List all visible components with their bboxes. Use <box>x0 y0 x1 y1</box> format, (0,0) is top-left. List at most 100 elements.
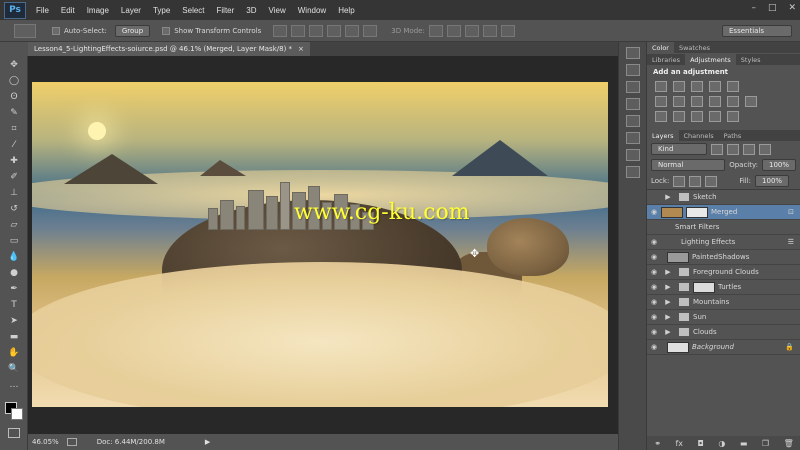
tab-channels[interactable]: Channels <box>679 130 719 141</box>
expand-arrow-icon[interactable]: ▶ <box>661 283 675 291</box>
filter-type-icon[interactable] <box>743 143 755 155</box>
menu-filter[interactable]: Filter <box>211 6 241 15</box>
align-left-icon[interactable] <box>327 24 342 37</box>
align-center-icon[interactable] <box>345 24 360 37</box>
delete-layer-icon[interactable]: 🗑 <box>784 439 794 448</box>
status-arrow-icon[interactable]: ▶ <box>205 438 210 446</box>
expand-arrow-icon[interactable]: ▶ <box>661 193 675 201</box>
crop-tool-icon[interactable]: ⌗ <box>5 122 23 136</box>
menu-3d[interactable]: 3D <box>240 6 262 15</box>
brush-tool-icon[interactable]: ✐ <box>5 170 23 184</box>
layer-row-merged[interactable]: ◉ Merged ⊡ <box>647 205 800 220</box>
fill-field[interactable]: 100% <box>755 175 790 187</box>
eye-icon[interactable]: ◉ <box>647 253 661 261</box>
document-canvas[interactable]: www.cg-ku.com ✥ <box>32 82 608 407</box>
layer-row-sun[interactable]: ◉ ▶ Sun <box>647 310 800 325</box>
background-color-swatch[interactable] <box>11 408 23 420</box>
eyedropper-tool-icon[interactable]: ⁄ <box>5 138 23 152</box>
layer-row-smart-filters[interactable]: Smart Filters <box>647 220 800 235</box>
menu-image[interactable]: Image <box>81 6 115 15</box>
blend-mode-dropdown[interactable]: Normal <box>651 159 726 171</box>
3d-drag-icon[interactable] <box>464 24 479 37</box>
type-tool-icon[interactable]: T <box>5 298 23 312</box>
character-panel-icon[interactable] <box>626 98 640 110</box>
align-bottom-icon[interactable] <box>309 24 324 37</box>
align-top-icon[interactable] <box>273 24 288 37</box>
threshold-icon[interactable] <box>691 111 703 122</box>
layer-row-turtles[interactable]: ◉ ▶ Turtles <box>647 280 800 295</box>
menu-window[interactable]: Window <box>292 6 332 15</box>
history-brush-icon[interactable]: ↺ <box>5 202 23 216</box>
opacity-field[interactable]: 100% <box>761 159 796 171</box>
filter-shape-icon[interactable] <box>759 143 771 155</box>
workspace-dropdown[interactable]: Essentials <box>722 24 792 37</box>
history-panel-icon[interactable] <box>626 47 640 59</box>
eye-icon[interactable]: ◉ <box>647 343 661 351</box>
paragraph-panel-icon[interactable] <box>626 81 640 93</box>
dodge-tool-icon[interactable]: ● <box>5 266 23 280</box>
marquee-tool-icon[interactable]: ◯ <box>5 74 23 88</box>
color-balance-icon[interactable] <box>673 96 685 107</box>
menu-edit[interactable]: Edit <box>55 6 81 15</box>
healing-tool-icon[interactable]: ✚ <box>5 154 23 168</box>
eye-icon[interactable]: ◉ <box>647 283 661 291</box>
share-icon[interactable] <box>66 438 77 446</box>
hue-saturation-icon[interactable] <box>655 96 667 107</box>
eye-icon[interactable]: ◉ <box>647 313 661 321</box>
eye-icon[interactable]: ◉ <box>647 328 661 336</box>
eye-icon[interactable]: ◉ <box>647 268 661 276</box>
layer-style-icon[interactable]: fx <box>675 439 683 448</box>
eye-icon[interactable]: ◉ <box>647 208 661 216</box>
menu-type[interactable]: Type <box>147 6 176 15</box>
new-group-icon[interactable]: ▬ <box>740 439 748 448</box>
align-right-icon[interactable] <box>363 24 378 37</box>
layer-row-background[interactable]: ◉ Background 🔒 <box>647 340 800 355</box>
layer-row-foreground-clouds[interactable]: ◉ ▶ Foreground Clouds <box>647 265 800 280</box>
color-lookup-icon[interactable] <box>745 96 757 107</box>
pen-tool-icon[interactable]: ✒ <box>5 282 23 296</box>
auto-select-dropdown[interactable]: Group <box>114 24 151 37</box>
stamp-tool-icon[interactable]: ⊥ <box>5 186 23 200</box>
path-select-tool-icon[interactable]: ➤ <box>5 314 23 328</box>
brightness-icon[interactable] <box>655 81 667 92</box>
hand-tool-icon[interactable]: ✋ <box>5 346 23 360</box>
gradient-tool-icon[interactable]: ▭ <box>5 234 23 248</box>
expand-arrow-icon[interactable]: ▶ <box>661 328 675 336</box>
lasso-tool-icon[interactable]: ʘ <box>5 90 23 104</box>
actions-panel-icon[interactable] <box>626 64 640 76</box>
vibrance-icon[interactable] <box>727 81 739 92</box>
zoom-level[interactable]: 46.05% <box>32 438 59 446</box>
quick-select-tool-icon[interactable]: ✎ <box>5 106 23 120</box>
clone-source-panel-icon[interactable] <box>626 166 640 178</box>
maximize-button[interactable]: □ <box>768 3 777 13</box>
menu-layer[interactable]: Layer <box>115 6 147 15</box>
menu-select[interactable]: Select <box>176 6 210 15</box>
zoom-tool-icon[interactable]: 🔍 <box>5 362 23 376</box>
lock-pixels-icon[interactable] <box>673 175 686 187</box>
kind-filter-dropdown[interactable]: Kind <box>651 143 707 155</box>
close-window-button[interactable]: ✕ <box>788 3 796 13</box>
expand-arrow-icon[interactable]: ▶ <box>661 268 675 276</box>
menu-help[interactable]: Help <box>332 6 360 15</box>
close-tab-icon[interactable]: × <box>298 45 304 53</box>
group-mask-thumbnail[interactable] <box>693 281 715 293</box>
more-tools-icon[interactable]: … <box>5 378 23 392</box>
add-mask-icon[interactable]: ◘ <box>698 439 704 448</box>
eraser-tool-icon[interactable]: ▱ <box>5 218 23 232</box>
move-tool-preset[interactable] <box>14 23 36 38</box>
levels-icon[interactable] <box>673 81 685 92</box>
auto-select-checkbox[interactable] <box>52 26 60 35</box>
expand-arrow-icon[interactable]: ▶ <box>661 313 675 321</box>
3d-rotate-icon[interactable] <box>428 24 443 37</box>
layer-row-painted-shadows[interactable]: ◉ PaintedShadows <box>647 250 800 265</box>
new-layer-icon[interactable]: ❐ <box>762 439 769 448</box>
menu-file[interactable]: File <box>30 6 55 15</box>
quick-mask-icon[interactable] <box>8 428 20 438</box>
tab-color[interactable]: Color <box>647 42 674 53</box>
curves-icon[interactable] <box>691 81 703 92</box>
blur-tool-icon[interactable]: 💧 <box>5 250 23 264</box>
brush-panel-icon[interactable] <box>626 149 640 161</box>
channel-mixer-icon[interactable] <box>727 96 739 107</box>
minimize-button[interactable]: – <box>751 3 756 13</box>
selective-color-icon[interactable] <box>727 111 739 122</box>
